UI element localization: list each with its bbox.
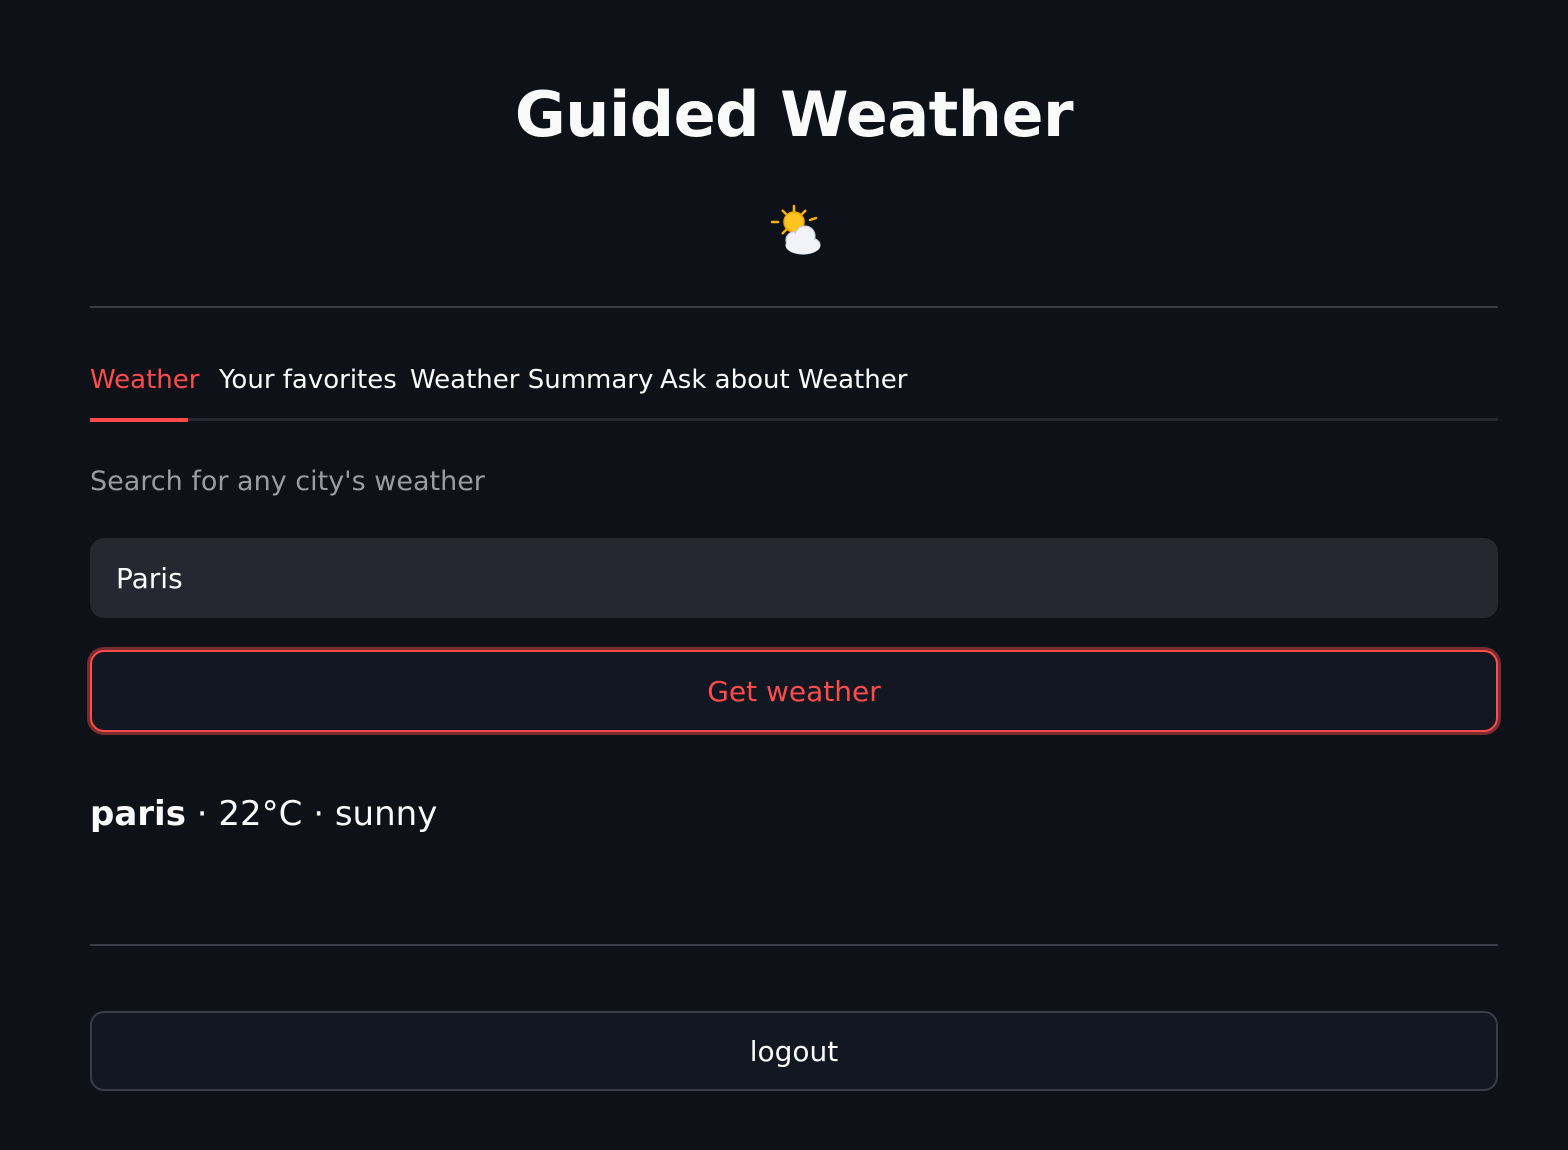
tab-bar: Weather Your favorites Weather Summary A… <box>90 356 1498 422</box>
weather-result: paris · 22°C · sunny <box>90 790 437 838</box>
page-title: Guided Weather <box>514 78 1074 151</box>
result-separator: · <box>196 794 208 834</box>
result-temperature: 22°C <box>218 794 303 834</box>
bottom-divider <box>90 944 1498 946</box>
tab-your-favorites[interactable]: Your favorites <box>219 356 397 418</box>
result-condition: sunny <box>334 794 438 834</box>
top-divider <box>90 306 1498 308</box>
tab-ask-about-weather[interactable]: Ask about Weather <box>660 356 907 418</box>
logout-button[interactable]: logout <box>90 1011 1498 1091</box>
search-caption: Search for any city's weather <box>90 466 485 497</box>
get-weather-button[interactable]: Get weather <box>90 650 1498 732</box>
sun-behind-cloud-icon <box>770 204 821 255</box>
city-search-input[interactable] <box>90 538 1498 618</box>
tab-weather-summary[interactable]: Weather Summary <box>410 356 653 418</box>
tab-rail <box>90 418 1498 421</box>
result-city: paris <box>90 794 186 834</box>
result-separator: · <box>313 794 325 834</box>
tab-weather[interactable]: Weather <box>90 356 199 418</box>
active-tab-indicator <box>90 418 188 422</box>
